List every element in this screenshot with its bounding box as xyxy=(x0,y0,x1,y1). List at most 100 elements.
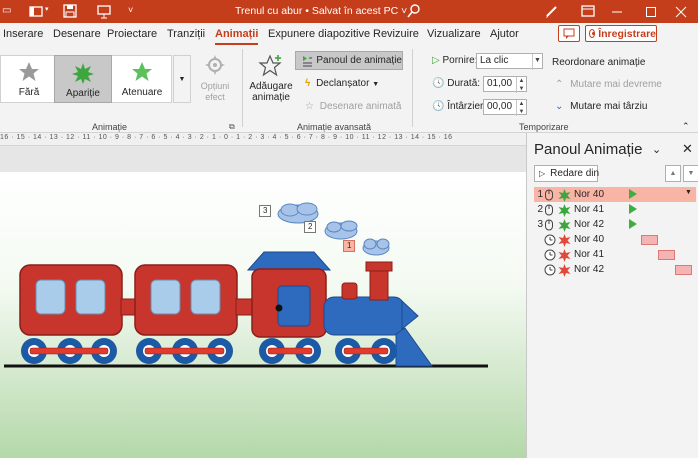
spin-arrows-icon[interactable]: ▲ ▼ xyxy=(516,77,526,93)
gallery-more-button[interactable]: ▼ xyxy=(173,55,191,103)
close-window-button[interactable] xyxy=(664,0,698,23)
ribbon-display-icon[interactable] xyxy=(580,3,596,19)
animation-tag-3[interactable]: 3 xyxy=(259,205,272,217)
add-animation-button[interactable]: Adăugare animație xyxy=(248,54,294,108)
chevron-down-icon: ▼ xyxy=(532,54,542,70)
clock-icon xyxy=(544,264,556,276)
star-burst-icon xyxy=(72,63,94,84)
timeline-bar[interactable] xyxy=(675,265,692,275)
animation-row[interactable]: Nor 42 xyxy=(534,262,696,277)
minimize-button[interactable] xyxy=(600,0,634,23)
move-up-button[interactable]: ▲ xyxy=(665,165,681,182)
record-button[interactable]: Înregistrare xyxy=(585,25,657,42)
cloud-nor-41[interactable] xyxy=(324,220,358,240)
animation-none-label: Fără xyxy=(18,87,40,98)
tab-revizuire[interactable]: Revizuire xyxy=(373,28,419,40)
play-icon: ▷ xyxy=(432,55,440,66)
row-name: Nor 40 xyxy=(574,189,605,200)
slide-canvas: 3 2 1 xyxy=(0,146,526,458)
duration-label: 🕓 Durată: xyxy=(432,78,481,89)
dialog-launcher-icon[interactable]: ⧉ xyxy=(229,122,235,132)
entrance-star-icon xyxy=(558,189,571,202)
move-earlier-button[interactable]: ⌃ Mutare mai devreme xyxy=(555,79,662,90)
tab-animatii[interactable]: Animații xyxy=(215,28,259,45)
timeline-bar[interactable] xyxy=(658,250,675,260)
trigger-button[interactable]: ϟ Declanșator ▼ xyxy=(305,78,379,89)
mouse-click-icon xyxy=(545,204,553,216)
animation-painter-button[interactable]: ☆ Desenare animată xyxy=(305,101,401,112)
tab-inserare[interactable]: Inserare xyxy=(3,28,43,40)
animation-row[interactable]: 3 Nor 42 xyxy=(534,217,696,232)
ribbon: Fără Apariție Atenuare ▼ Opțiuni efect A… xyxy=(0,45,698,133)
pane-options-icon[interactable]: ⌄ xyxy=(652,143,661,156)
comment-button[interactable] xyxy=(558,25,580,42)
horizontal-ruler: 16 · 15 · 14 · 13 · 12 · 11 · 10 · 9 · 8… xyxy=(0,133,526,146)
present-icon[interactable] xyxy=(96,3,112,19)
dropdown-icon[interactable]: ▾ xyxy=(45,5,61,21)
move-earlier-label: Mutare mai devreme xyxy=(570,79,662,90)
animation-appear-label: Apariție xyxy=(66,88,100,99)
exit-star-icon xyxy=(558,249,571,262)
animation-tag-1[interactable]: 1 xyxy=(343,240,356,252)
timeline-marker-icon xyxy=(629,219,637,229)
animation-row[interactable]: 2 Nor 41 xyxy=(534,202,696,217)
animation-pane-icon xyxy=(303,55,313,66)
effect-options-button[interactable]: Opțiuni efect xyxy=(194,54,236,104)
tab-proiectare[interactable]: Proiectare xyxy=(107,28,157,40)
animation-row[interactable]: Nor 41 xyxy=(534,247,696,262)
tab-expunere-diapozitive[interactable]: Expunere diapozitive xyxy=(268,28,370,40)
cloud-nor-40[interactable] xyxy=(362,238,390,256)
row-order: 2 xyxy=(537,204,543,215)
tab-ajutor[interactable]: Ajutor xyxy=(490,28,519,40)
spin-arrows-icon[interactable]: ▲ ▼ xyxy=(516,100,526,116)
tab-tranzitii[interactable]: Tranziții xyxy=(167,28,205,40)
play-from-label: Redare din xyxy=(550,168,600,179)
animation-pane: Panoul Animație ⌄ ✕ ▷ Redare din ▲ ▼ 1 N… xyxy=(526,133,698,458)
wagon-2[interactable] xyxy=(134,264,238,336)
group-label-animatie: Animație xyxy=(92,122,128,132)
move-later-button[interactable]: ⌄ Mutare mai târziu xyxy=(555,101,647,112)
animation-fade-label: Atenuare xyxy=(121,87,163,98)
timeline-bar[interactable] xyxy=(641,235,658,245)
delay-field[interactable]: 00,00 ▲ ▼ xyxy=(483,99,527,116)
pane-title: Panoul Animație xyxy=(534,141,643,158)
add-animation-label: Adăugare animație xyxy=(249,81,293,103)
move-down-button[interactable]: ▼ xyxy=(683,165,698,182)
duration-field[interactable]: 01,00 ▲ ▼ xyxy=(483,76,527,93)
quick-access-more-icon[interactable]: ˅ xyxy=(128,5,144,21)
start-select[interactable]: La clic ▼ xyxy=(476,53,543,70)
close-icon[interactable]: ✕ xyxy=(682,141,693,157)
animation-none-button[interactable]: Fără xyxy=(0,55,58,103)
exit-star-icon xyxy=(558,234,571,247)
layout-icon[interactable] xyxy=(28,3,44,19)
start-select-value: La clic xyxy=(480,55,509,66)
lightning-icon: ϟ xyxy=(305,78,311,89)
ruler-scale: 16 · 15 · 14 · 13 · 12 · 11 · 10 · 9 · 8… xyxy=(0,134,453,141)
maximize-button[interactable] xyxy=(634,0,668,23)
row-name: Nor 42 xyxy=(574,219,605,230)
animation-row[interactable]: Nor 40 xyxy=(534,232,696,247)
animation-fade-button[interactable]: Atenuare xyxy=(113,55,171,103)
tab-desenare[interactable]: Desenare xyxy=(53,28,101,40)
search-icon[interactable] xyxy=(406,3,422,19)
reorder-label: Reordonare animație xyxy=(552,57,646,68)
document-title[interactable]: Trenul cu abur • Salvat în acest PC ˅ xyxy=(235,5,407,17)
pen-icon[interactable] xyxy=(544,3,560,19)
tab-vizualizare[interactable]: Vizualizare xyxy=(427,28,481,40)
animation-pane-button[interactable]: Panoul de animație xyxy=(295,51,403,70)
timeline-marker-icon xyxy=(629,204,637,214)
record-label: Înregistrare xyxy=(598,27,656,40)
app-menu-icon[interactable]: ▭ xyxy=(2,5,18,21)
cloud-nor-42[interactable] xyxy=(277,202,319,224)
group-separator xyxy=(242,49,243,127)
chevron-down-icon[interactable]: ▼ xyxy=(685,189,692,196)
row-name: Nor 41 xyxy=(574,249,605,260)
wagon-1[interactable] xyxy=(19,264,123,336)
save-icon[interactable] xyxy=(62,3,78,19)
collapse-ribbon-icon[interactable]: ⌃ xyxy=(682,121,690,132)
animation-appear-button[interactable]: Apariție xyxy=(54,55,112,103)
move-later-label: Mutare mai târziu xyxy=(570,101,648,112)
animation-tag-2[interactable]: 2 xyxy=(304,221,317,233)
animation-row[interactable]: 1 Nor 40 ▼ xyxy=(534,187,696,202)
play-from-button[interactable]: ▷ Redare din xyxy=(534,165,600,182)
